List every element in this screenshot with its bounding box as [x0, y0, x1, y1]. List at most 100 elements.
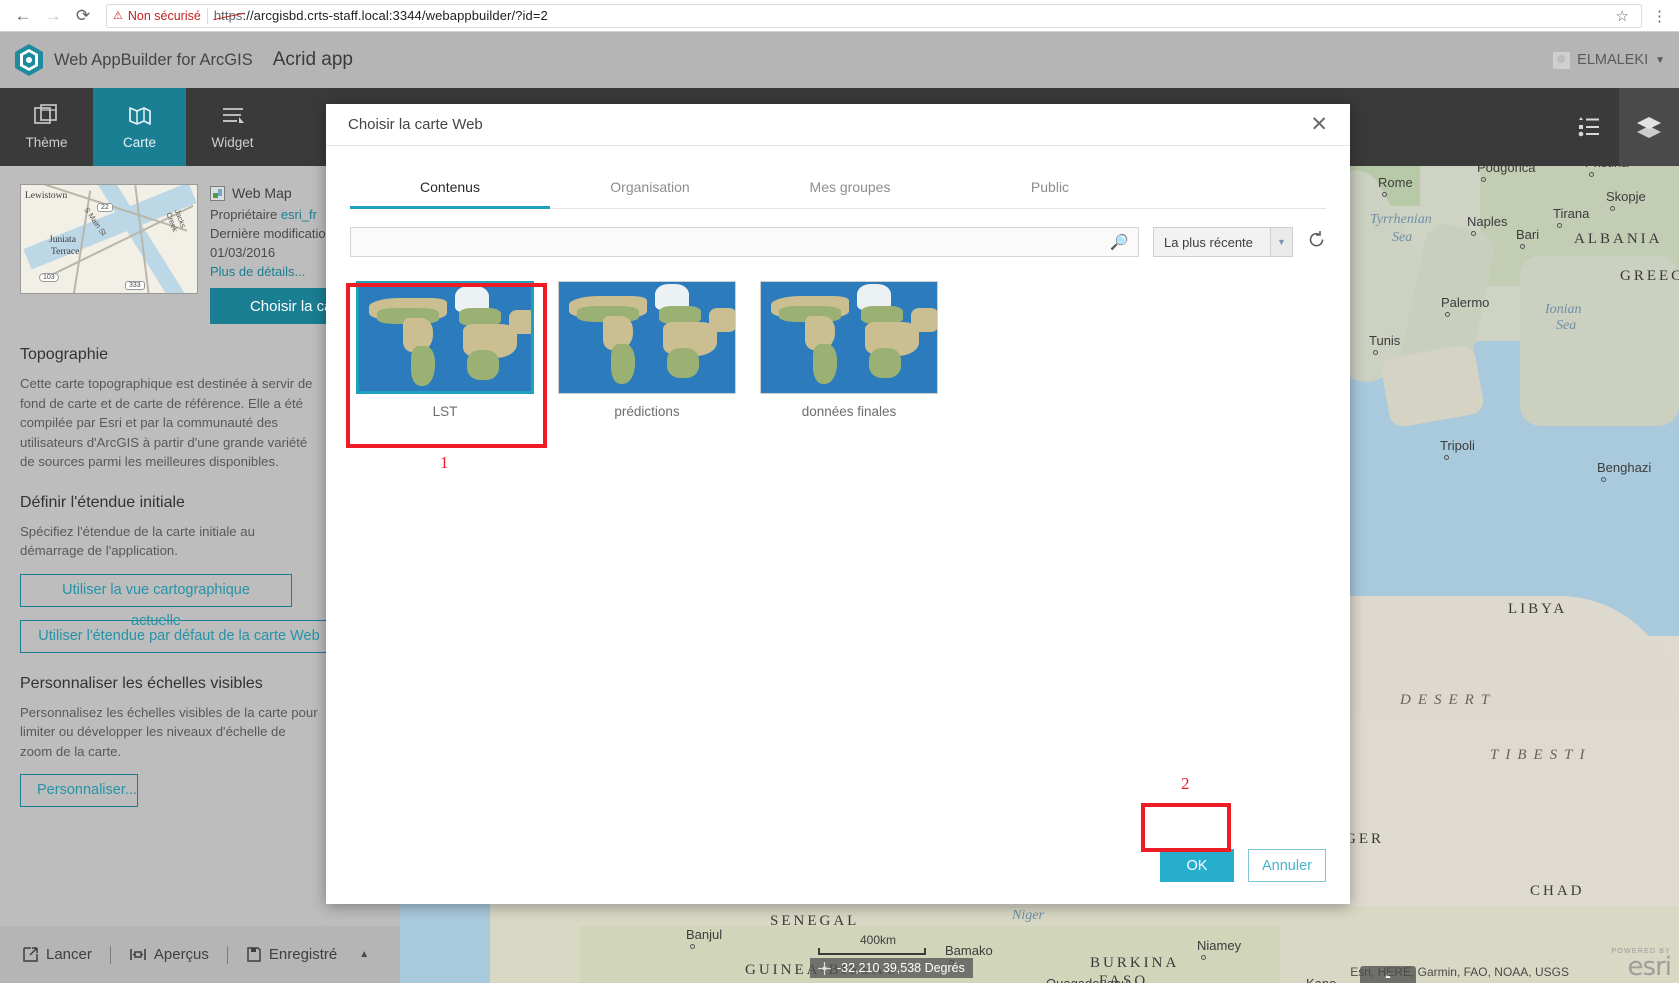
tab-theme-label: Thème: [25, 135, 68, 150]
tab-organisation-label: Organisation: [610, 179, 690, 195]
city-marker: [1481, 177, 1486, 182]
result-card-predictions[interactable]: prédictions: [558, 281, 736, 419]
legend-list-icon[interactable]: [1559, 88, 1619, 166]
ok-button[interactable]: OK: [1160, 849, 1234, 882]
use-default-webmap-extent-button[interactable]: Utiliser l'étendue par défaut de la cart…: [20, 619, 338, 653]
app-title: Acrid app: [272, 49, 353, 70]
annotation-box-2: [1141, 803, 1231, 852]
close-x-icon[interactable]: ✕: [1310, 114, 1328, 135]
user-name: ELMALEKI: [1577, 52, 1649, 68]
map-label-banjul: Banjul: [686, 927, 723, 942]
app-root: ← → ⟳ ⚠ Non sécurisé https://arcgisbd.cr…: [0, 0, 1679, 983]
map-tools: [1559, 88, 1679, 166]
security-status[interactable]: ⚠ Non sécurisé: [113, 9, 201, 23]
coordinate-readout[interactable]: -32,210 39,538 Degrés: [810, 958, 973, 978]
preview-button[interactable]: Aperçus: [129, 946, 209, 963]
esri-logo: POWERED BY esri: [1612, 948, 1672, 980]
search-icon[interactable]: 🔍: [1110, 233, 1129, 251]
result-thumbnail[interactable]: [356, 281, 534, 394]
city-marker: [1445, 312, 1450, 317]
browser-menu-icon[interactable]: ⋮: [1648, 7, 1671, 25]
map-label-pristina: Pristina: [1585, 166, 1628, 170]
crosshair-icon: [818, 961, 831, 975]
refresh-icon[interactable]: [1307, 230, 1326, 254]
url-scheme: https: [213, 8, 243, 23]
builder-bottom-bar: Lancer Aperçus Enregistré ▲: [0, 926, 400, 983]
scale-bar-line: [818, 948, 926, 955]
bookmark-star-icon[interactable]: ☆: [1610, 7, 1635, 25]
chevron-down-icon[interactable]: ▼: [1271, 227, 1293, 257]
layers-stack-icon[interactable]: [1619, 88, 1679, 166]
map-label-tripoli: Tripoli: [1440, 438, 1475, 453]
tab-public-label: Public: [1030, 179, 1070, 195]
city-marker: [1557, 223, 1562, 228]
security-label: Non sécurisé: [127, 8, 201, 23]
map-label-palermo: Palermo: [1441, 295, 1490, 310]
map-attribution: Esri, HERE, Garmin, FAO, NOAA, USGS: [1350, 965, 1569, 979]
map-label-skopje: Skopje: [1606, 189, 1646, 204]
address-bar[interactable]: ⚠ Non sécurisé https://arcgisbd.crts-sta…: [106, 3, 1642, 28]
tab-mes-groupes[interactable]: Mes groupes: [750, 179, 950, 208]
browser-reload-icon[interactable]: ⟳: [68, 1, 98, 31]
tab-public[interactable]: Public: [950, 179, 1150, 208]
save-status[interactable]: Enregistré: [246, 946, 337, 963]
tab-widget[interactable]: Widget: [186, 88, 279, 166]
map-label-sea: Sea: [1392, 230, 1413, 245]
owner-link[interactable]: esri_fr: [281, 207, 317, 222]
tab-carte[interactable]: Carte: [93, 88, 186, 166]
tab-organisation[interactable]: Organisation: [550, 179, 750, 208]
chevron-up-icon[interactable]: ▲: [359, 949, 369, 960]
map-label-tirana: Tirana: [1553, 206, 1590, 221]
map-label-naples: Naples: [1467, 214, 1508, 229]
search-box[interactable]: 🔍: [350, 227, 1139, 257]
save-disk-icon: [247, 947, 261, 962]
widget-lines-icon: [222, 108, 244, 123]
result-card-donnees-finales[interactable]: données finales: [760, 281, 938, 419]
map-label-benghazi: Benghazi: [1597, 460, 1652, 475]
tab-contenus[interactable]: Contenus: [350, 179, 550, 209]
result-card-lst[interactable]: LST: [356, 281, 534, 419]
launch-external-icon: [23, 947, 38, 962]
city-marker: [1373, 350, 1378, 355]
sort-select[interactable]: La plus récente: [1153, 227, 1271, 257]
thumb-route-103: 103: [39, 273, 59, 282]
city-marker: [1471, 231, 1476, 236]
result-thumbnail[interactable]: [558, 281, 736, 394]
browser-back-icon[interactable]: ←: [8, 1, 38, 31]
app-header: Web AppBuilder for ArcGIS Acrid app ELMA…: [0, 32, 1679, 88]
url-text: https://arcgisbd.crts-staff.local:3344/w…: [214, 8, 548, 23]
dialog-filter-row: 🔍 La plus récente ▼: [326, 209, 1350, 257]
result-label: prédictions: [614, 404, 680, 419]
thumb-route-333: 333: [125, 281, 145, 290]
tab-carte-label: Carte: [122, 135, 156, 150]
url-rest: ://arcgisbd.crts-staff.local:3344/webapp…: [242, 8, 548, 23]
map-label-tunis: Tunis: [1369, 333, 1401, 348]
map-label-ouagadougou: Ouagadougou: [1046, 976, 1128, 983]
map-label-bari: Bari: [1516, 227, 1540, 242]
coordinate-value: -32,210 39,538 Degrés: [837, 961, 965, 975]
map-label-sea: Sea: [1556, 318, 1577, 333]
warning-triangle-icon: ⚠: [113, 10, 123, 22]
user-menu[interactable]: ELMALEKI ▼: [1553, 51, 1665, 69]
map-label-libya: LIBYA: [1508, 601, 1568, 617]
bottom-divider: [109, 945, 111, 964]
browser-forward-icon[interactable]: →: [38, 1, 68, 31]
city-marker: [1610, 206, 1615, 211]
map-label-ger: GER: [1345, 831, 1384, 847]
map-label-albania: ALBANIA: [1574, 231, 1663, 247]
search-input[interactable]: [360, 234, 1111, 250]
cancel-button[interactable]: Annuler: [1248, 849, 1326, 882]
city-marker: [1201, 955, 1206, 960]
sort-select-value: La plus récente: [1164, 234, 1253, 250]
city-marker: [1444, 455, 1449, 460]
tab-contenus-label: Contenus: [420, 179, 480, 195]
city-marker: [1382, 192, 1387, 197]
tab-theme[interactable]: Thème: [0, 88, 93, 166]
map-label-ionian: Ionian: [1545, 302, 1582, 317]
use-current-map-view-button[interactable]: Utiliser la vue cartographique actuelle: [20, 573, 292, 629]
customize-scales-button[interactable]: Personnaliser...: [20, 774, 138, 807]
bottom-divider: [226, 945, 228, 964]
section-body: Cette carte topographique est destinée à…: [20, 376, 313, 469]
result-thumbnail[interactable]: [760, 281, 938, 394]
launch-button[interactable]: Lancer: [22, 946, 92, 963]
